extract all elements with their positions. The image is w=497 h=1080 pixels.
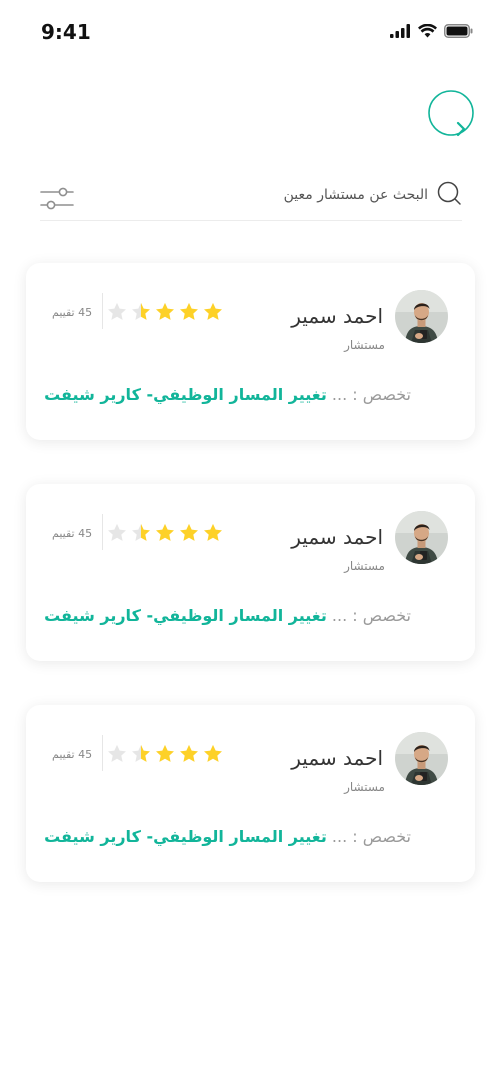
star-icon — [180, 302, 198, 320]
avatar-photo — [395, 290, 448, 343]
star-rating — [106, 301, 224, 323]
specialty-value: تغيير المسار الوظيفي- كارير شيفت — [44, 385, 327, 404]
specialty-label: تخصص : ... — [331, 827, 411, 846]
specialty-value: تغيير المسار الوظيفي- كارير شيفت — [44, 606, 327, 625]
star-icon — [156, 523, 174, 541]
back-button[interactable] — [427, 89, 475, 141]
star-rating — [106, 743, 224, 765]
consultant-role: مستشار — [344, 559, 385, 573]
search-input[interactable]: البحث عن مستشار معين — [284, 187, 428, 203]
star-icon — [108, 744, 126, 762]
search-bar[interactable]: البحث عن مستشار معين — [40, 176, 462, 221]
star-icon — [108, 302, 126, 320]
cellular-signal-icon — [390, 24, 410, 38]
star-icon — [156, 744, 174, 762]
star-icon — [204, 302, 222, 320]
specialty-value: تغيير المسار الوظيفي- كارير شيفت — [44, 827, 327, 846]
avatar-photo — [395, 732, 448, 785]
status-time: 9:41 — [41, 20, 91, 44]
chevron-right-circle-icon — [428, 90, 474, 137]
consultant-role: مستشار — [344, 338, 385, 352]
consultant-card[interactable]: احمد سمير مستشار 45 تقييم تخصص : ... تغي… — [26, 484, 475, 661]
rating-count: 45 تقييم — [52, 306, 93, 319]
specialty: تخصص : ... تغيير المسار الوظيفي- كارير ش… — [44, 385, 411, 404]
status-bar: 9:41 — [0, 0, 497, 64]
consultant-card[interactable]: احمد سمير مستشار 45 تقييم تخصص : ... تغي… — [26, 705, 475, 882]
specialty-label: تخصص : ... — [331, 606, 411, 625]
rating-count: 45 تقييم — [52, 527, 93, 540]
consultant-name: احمد سمير — [291, 525, 383, 549]
avatar-photo — [395, 511, 448, 564]
rating-count: 45 تقييم — [52, 748, 93, 761]
specialty: تخصص : ... تغيير المسار الوظيفي- كارير ش… — [44, 606, 411, 625]
star-icon — [204, 523, 222, 541]
divider — [102, 735, 103, 771]
sliders-icon — [40, 187, 74, 210]
star-icon — [132, 523, 150, 541]
avatar — [395, 290, 448, 343]
star-icon — [156, 302, 174, 320]
wifi-icon — [418, 24, 437, 38]
consultant-name: احمد سمير — [291, 304, 383, 328]
star-icon — [204, 744, 222, 762]
divider — [102, 293, 103, 329]
avatar — [395, 511, 448, 564]
star-icon — [132, 744, 150, 762]
specialty: تخصص : ... تغيير المسار الوظيفي- كارير ش… — [44, 827, 411, 846]
status-icons — [390, 24, 473, 38]
star-icon — [180, 523, 198, 541]
consultant-card[interactable]: احمد سمير مستشار 45 تقييم تخصص : ... تغي… — [26, 263, 475, 440]
star-icon — [180, 744, 198, 762]
search-icon — [437, 181, 461, 205]
star-icon — [108, 523, 126, 541]
avatar — [395, 732, 448, 785]
star-icon — [132, 302, 150, 320]
star-rating — [106, 522, 224, 544]
consultant-role: مستشار — [344, 780, 385, 794]
filter-button[interactable] — [40, 186, 74, 212]
divider — [102, 514, 103, 550]
battery-icon — [444, 24, 473, 38]
specialty-label: تخصص : ... — [331, 385, 411, 404]
consultant-name: احمد سمير — [291, 746, 383, 770]
